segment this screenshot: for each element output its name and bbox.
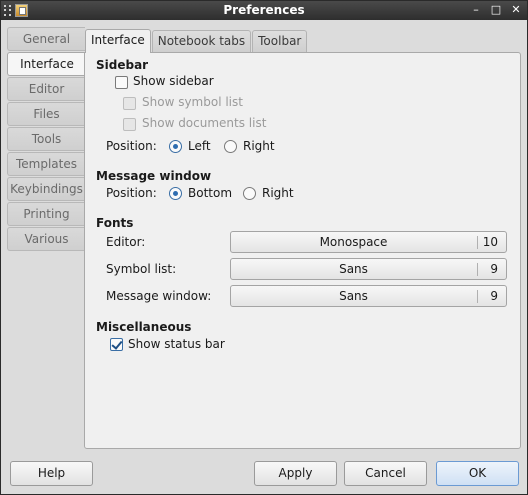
tab-interface[interactable]: Interface xyxy=(7,52,86,76)
window-title: Preferences xyxy=(223,3,305,17)
message-right-label[interactable]: Right xyxy=(262,186,294,200)
tab-templates[interactable]: Templates xyxy=(7,152,85,176)
sidebar-right-label[interactable]: Right xyxy=(243,139,275,153)
message-bottom-label[interactable]: Bottom xyxy=(188,186,232,200)
tab-tools[interactable]: Tools xyxy=(7,127,85,151)
show-sidebar-checkbox[interactable] xyxy=(115,76,128,89)
sidebar-left-label[interactable]: Left xyxy=(188,139,211,153)
category-tabs: General Interface Editor Files Tools Tem… xyxy=(7,27,86,252)
tab-keybindings[interactable]: Keybindings xyxy=(7,177,85,201)
sidebar-position-label: Position: xyxy=(106,139,157,153)
maximize-icon[interactable]: □ xyxy=(489,3,503,17)
symbol-list-font-button[interactable]: Sans 9 xyxy=(230,258,507,280)
preferences-window: Preferences – □ ✕ General Interface Edit… xyxy=(0,0,528,495)
tab-general[interactable]: General xyxy=(7,27,85,51)
symbol-list-font-label: Symbol list: xyxy=(106,262,177,276)
ok-button[interactable]: OK xyxy=(436,461,519,486)
show-documents-list-label: Show documents list xyxy=(142,116,267,130)
show-sidebar-label[interactable]: Show sidebar xyxy=(133,74,214,88)
message-window-section-title: Message window xyxy=(96,169,212,183)
message-bottom-radio[interactable] xyxy=(169,187,182,200)
sidebar-section-title: Sidebar xyxy=(96,58,149,72)
separator xyxy=(477,263,478,276)
misc-section-title: Miscellaneous xyxy=(96,320,192,334)
editor-font-name: Monospace xyxy=(319,235,388,249)
editor-font-label: Editor: xyxy=(106,235,146,249)
apply-button[interactable]: Apply xyxy=(254,461,337,486)
minimize-icon[interactable]: – xyxy=(469,3,483,17)
editor-font-button[interactable]: Monospace 10 xyxy=(230,231,507,253)
message-window-font-button[interactable]: Sans 9 xyxy=(230,285,507,307)
close-icon[interactable]: ✕ xyxy=(509,3,523,17)
tab-various[interactable]: Various xyxy=(7,227,85,251)
show-documents-list-checkbox xyxy=(123,118,136,131)
message-position-label: Position: xyxy=(106,186,157,200)
subtab-notebook-tabs[interactable]: Notebook tabs xyxy=(151,30,252,52)
tab-printing[interactable]: Printing xyxy=(7,202,85,226)
interface-subtabs: Interface Notebook tabs Toolbar xyxy=(85,29,308,53)
separator xyxy=(477,236,478,249)
sidebar-right-radio[interactable] xyxy=(224,140,237,153)
message-window-font-name: Sans xyxy=(339,289,368,303)
message-window-font-label: Message window: xyxy=(106,289,212,303)
interface-panel: Sidebar Show sidebar Show symbol list Sh… xyxy=(84,52,521,449)
show-status-bar-label[interactable]: Show status bar xyxy=(128,337,225,351)
show-status-bar-checkbox[interactable] xyxy=(110,338,123,351)
title-bar[interactable]: Preferences – □ ✕ xyxy=(1,1,527,20)
symbol-list-font-size: 9 xyxy=(490,262,498,276)
fonts-section-title: Fonts xyxy=(96,216,134,230)
show-symbol-list-label: Show symbol list xyxy=(142,95,243,109)
tab-editor[interactable]: Editor xyxy=(7,77,85,101)
message-window-font-size: 9 xyxy=(490,289,498,303)
symbol-list-font-name: Sans xyxy=(339,262,368,276)
message-right-radio[interactable] xyxy=(243,187,256,200)
tab-files[interactable]: Files xyxy=(7,102,85,126)
cancel-button[interactable]: Cancel xyxy=(344,461,427,486)
editor-font-size: 10 xyxy=(482,235,498,249)
sidebar-left-radio[interactable] xyxy=(169,140,182,153)
help-button[interactable]: Help xyxy=(10,461,93,486)
subtab-interface[interactable]: Interface xyxy=(85,29,151,53)
separator xyxy=(477,290,478,303)
show-symbol-list-checkbox xyxy=(123,97,136,110)
subtab-toolbar[interactable]: Toolbar xyxy=(252,30,308,52)
